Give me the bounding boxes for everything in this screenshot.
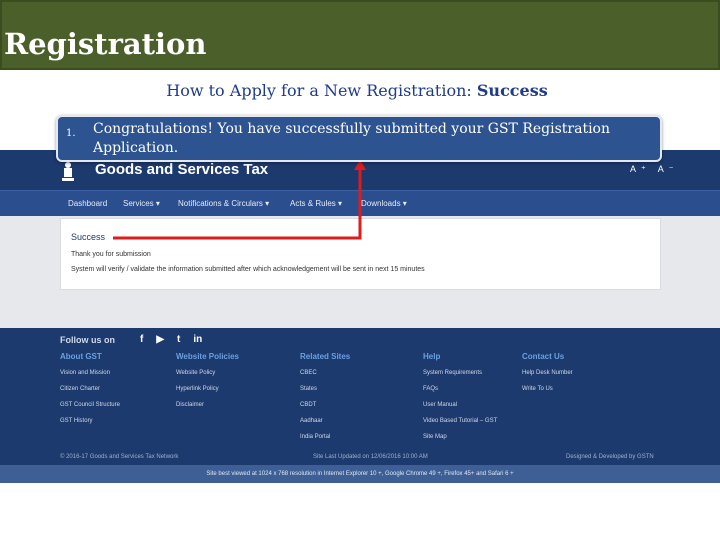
footer-copyright: © 2016-17 Goods and Services Tax Network: [60, 454, 179, 460]
footer-link[interactable]: Help Desk Number: [522, 369, 573, 385]
footer-link[interactable]: Video Based Tutorial – GST: [423, 417, 497, 433]
subtitle-emphasis: Success: [476, 81, 548, 100]
follow-us-label: Follow us on: [60, 335, 115, 345]
footer-heading: Contact Us: [522, 352, 565, 361]
success-line-2: System will verify / validate the inform…: [71, 266, 425, 273]
national-emblem-icon: [62, 162, 74, 181]
callout-text: Congratulations! You have successfully s…: [93, 121, 611, 156]
footer-link[interactable]: Site Map: [423, 433, 497, 449]
footer-col-related: Related Sites CBEC States CBDT Aadhaar I…: [300, 352, 350, 449]
subtitle-prefix: How to Apply for a New Registration:: [166, 81, 477, 100]
best-view-notice: Site best viewed at 1024 x 768 resolutio…: [0, 465, 720, 483]
footer-link[interactable]: Hyperlink Policy: [176, 385, 239, 401]
footer-col-policies: Website Policies Website Policy Hyperlin…: [176, 352, 239, 417]
slide-subtitle: How to Apply for a New Registration: Suc…: [0, 80, 714, 102]
twitter-icon[interactable]: t: [177, 334, 180, 345]
footer-link[interactable]: Disclaimer: [176, 401, 239, 417]
footer-link[interactable]: Citizen Charter: [60, 385, 120, 401]
footer-link[interactable]: CBEC: [300, 369, 350, 385]
nav-services[interactable]: Services ▾: [123, 199, 160, 209]
footer-heading: Website Policies: [176, 352, 239, 361]
footer-heading: Related Sites: [300, 352, 351, 361]
social-links: f ▶ t in: [140, 334, 215, 345]
footer-link[interactable]: Aadhaar: [300, 417, 350, 433]
portal-footer: Follow us on f ▶ t in About GST Vision and …: [0, 328, 720, 465]
footer-link[interactable]: FAQs: [423, 385, 497, 401]
youtube-icon[interactable]: ▶: [156, 334, 164, 345]
nav-notifications[interactable]: Notifications & Circulars ▾: [178, 199, 269, 209]
success-line-1: Thank you for submission: [71, 251, 151, 258]
footer-link[interactable]: User Manual: [423, 401, 497, 417]
footer-link[interactable]: System Requirements: [423, 369, 497, 385]
nav-dashboard[interactable]: Dashboard: [68, 199, 107, 209]
footer-col-help: Help System Requirements FAQs User Manua…: [423, 352, 497, 449]
instruction-callout: 1. Congratulations! You have successfull…: [56, 115, 662, 162]
footer-link[interactable]: States: [300, 385, 350, 401]
footer-heading: Help: [423, 352, 441, 361]
footer-col-contact: Contact Us Help Desk Number Write To Us: [522, 352, 573, 401]
nav-acts-rules[interactable]: Acts & Rules ▾: [290, 199, 342, 209]
slide-title: Registration: [4, 27, 207, 61]
success-heading: Success: [71, 232, 106, 242]
footer-link[interactable]: GST Council Structure: [60, 401, 120, 417]
footer-link[interactable]: Vision and Mission: [60, 369, 120, 385]
footer-developed-by: Designed & Developed by GSTN: [566, 454, 654, 460]
font-size-icon[interactable]: A⁺ A⁻: [630, 164, 679, 175]
nav-downloads[interactable]: Downloads ▾: [361, 199, 407, 209]
footer-heading: About GST: [60, 352, 102, 361]
footer-link[interactable]: GST History: [60, 417, 120, 433]
linkedin-icon[interactable]: in: [193, 334, 202, 345]
portal-brand[interactable]: Goods and Services Tax: [95, 161, 268, 179]
footer-col-about: About GST Vision and Mission Citizen Cha…: [60, 352, 120, 433]
footer-link[interactable]: Write To Us: [522, 385, 573, 401]
footer-last-updated: Site Last Updated on 12/06/2016 10:00 AM: [313, 454, 428, 460]
success-panel: Success Thank you for submission System …: [60, 218, 661, 290]
footer-link[interactable]: Website Policy: [176, 369, 239, 385]
portal-screenshot: Goods and Services Tax A⁺ A⁻ Dashboard S…: [0, 150, 720, 483]
callout-number: 1.: [66, 128, 76, 139]
portal-navbar: Dashboard Services ▾ Notifications & Cir…: [0, 190, 720, 216]
footer-link[interactable]: India Portal: [300, 433, 350, 449]
facebook-icon[interactable]: f: [140, 334, 143, 345]
slide-title-bar: Registration: [0, 0, 720, 70]
footer-link[interactable]: CBDT: [300, 401, 350, 417]
